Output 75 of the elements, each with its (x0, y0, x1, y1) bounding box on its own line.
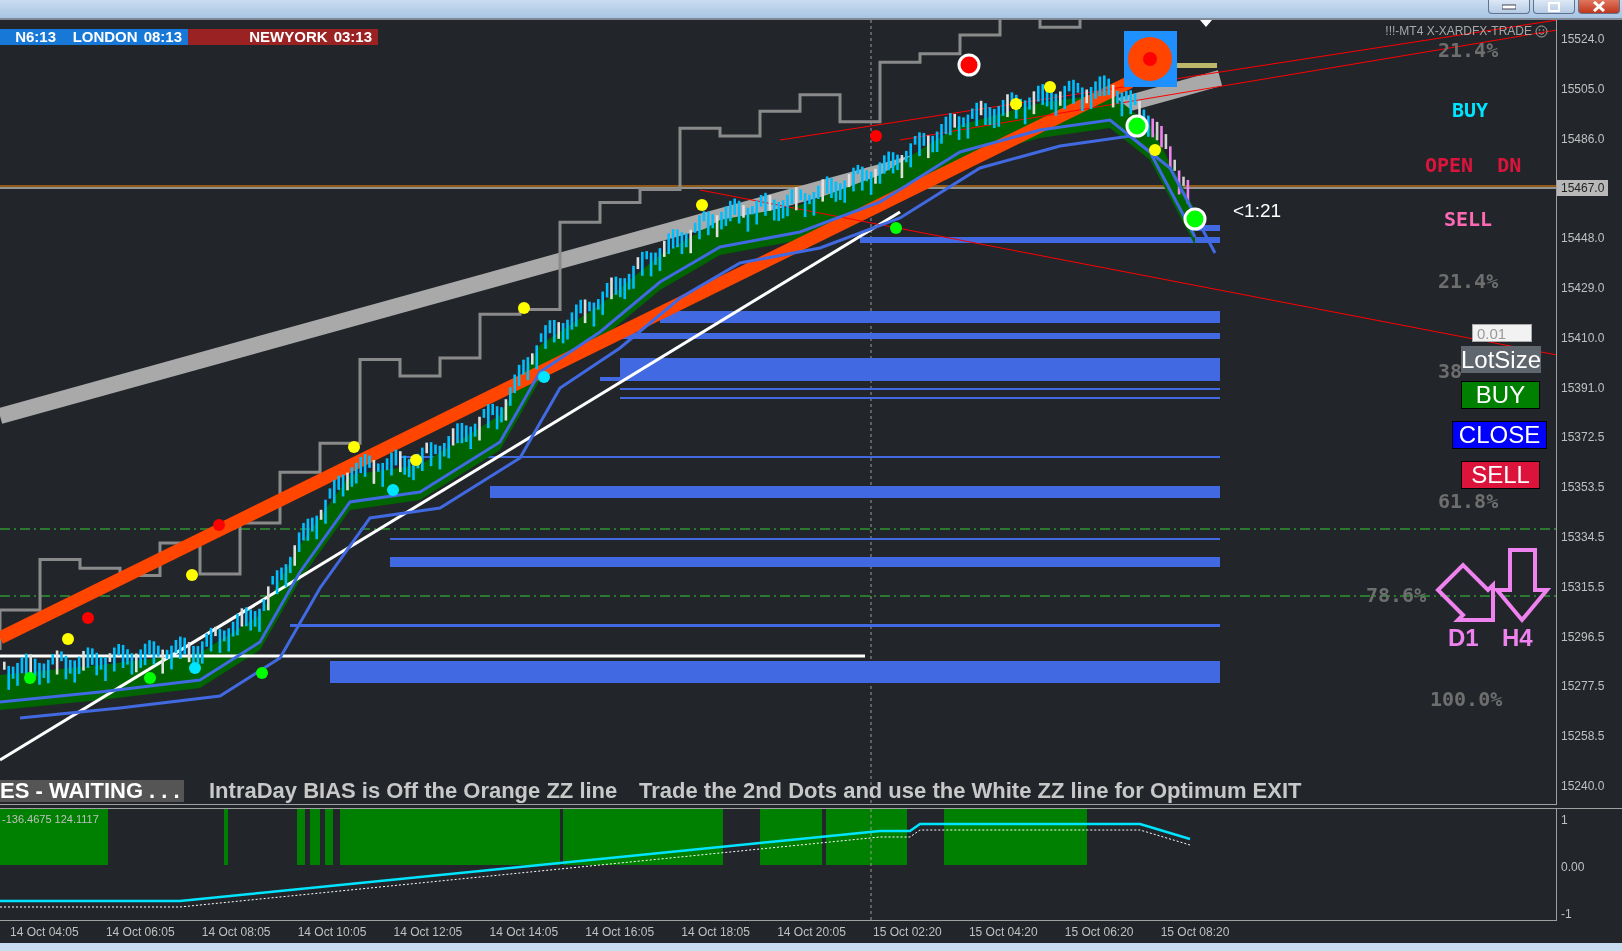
price-label: 15524.0 (1560, 31, 1606, 47)
indicator-values: -136.4675 124.1117 (2, 813, 99, 825)
histogram-bar (297, 809, 305, 865)
minimize-button[interactable] (1488, 0, 1530, 14)
ringed-dot (1183, 207, 1207, 231)
price-label: 15258.5 (1560, 728, 1606, 745)
timeframe-label: D1 (1448, 626, 1479, 650)
time-label: 14 Oct 16:05 (585, 925, 656, 939)
close-icon (1592, 1, 1606, 12)
time-label: 14 Oct 08:05 (201, 925, 272, 939)
target-marker (1124, 31, 1177, 87)
price-label: 15372.5 (1560, 429, 1606, 446)
histogram-bar (325, 809, 333, 865)
histogram-bar (760, 809, 822, 865)
price-label: 15505.0 (1560, 80, 1606, 97)
ringed-dot (1125, 114, 1149, 138)
smiley-icon (1535, 24, 1548, 38)
time-label: 15 Oct 06:20 (1064, 925, 1135, 939)
time-label: 14 Oct 20:05 (777, 925, 847, 939)
signal-label: BUY (1452, 100, 1489, 120)
maximize-button[interactable] (1533, 0, 1575, 14)
price-label: 15296.5 (1560, 628, 1606, 645)
price-label: 15410.0 (1560, 329, 1606, 346)
hint-message: IntraDay BIAS is Off the Orange ZZ line (209, 780, 618, 802)
price-label: 15353.5 (1560, 479, 1606, 496)
status-message: ES - WAITING . . . (0, 780, 184, 802)
signal-label: OPEN DN (1425, 155, 1522, 175)
time-label: 15 Oct 02:20 (873, 925, 943, 939)
fibonacci-level: 100.0% (1430, 689, 1503, 709)
session-name: N6:13 (15, 29, 56, 45)
time-label: 14 Oct 10:05 (297, 925, 368, 939)
time-label: 15 Oct 04:20 (968, 925, 1039, 939)
indicator-scale-label: -1 (1561, 907, 1573, 921)
price-label: 15486.0 (1560, 130, 1606, 147)
hint-message: Trade the 2nd Dots and use the White ZZ line for Optimum EXIT (639, 780, 1302, 802)
fibonacci-level: 61.8% (1438, 491, 1499, 511)
fibonacci-level: 38 (1438, 361, 1463, 381)
price-label: 15240.0 (1560, 777, 1606, 794)
fibonacci-level: 21.4% (1438, 40, 1499, 60)
time-label: 14 Oct 12:05 (393, 925, 464, 939)
signal-label: SELL (1444, 209, 1493, 229)
ringed-dot (957, 53, 981, 77)
sell-button[interactable]: SELL (1461, 461, 1540, 489)
time-label: 14 Oct 14:05 (489, 925, 560, 939)
price-label: 15429.0 (1560, 280, 1606, 296)
indicator-scale-label: 0.00 (1561, 860, 1586, 874)
price-label: 15334.5 (1560, 528, 1606, 545)
price-label: 15277.5 (1560, 678, 1606, 695)
fibonacci-level: 21.4% (1438, 271, 1499, 291)
lot-size-field[interactable]: 0.01 (1472, 324, 1532, 342)
histogram-bar (310, 809, 320, 865)
price-label: 15467.0 (1557, 180, 1609, 197)
time-label: 15 Oct 08:20 (1160, 925, 1231, 939)
price-label: 15315.5 (1560, 578, 1606, 595)
session-name: NEWYORK (249, 29, 328, 45)
maximize-icon (1548, 1, 1560, 12)
timeframe-label: H4 (1502, 626, 1533, 650)
price-label: 15391.0 (1560, 379, 1606, 396)
price-label: 15448.0 (1560, 230, 1606, 247)
ratio-label: <1:21 (1233, 201, 1282, 220)
close-button[interactable]: CLOSE (1452, 421, 1547, 449)
level-bar (1177, 63, 1217, 68)
close-button[interactable] (1578, 0, 1620, 14)
time-label: 14 Oct 06:05 (105, 925, 176, 939)
time-label: 14 Oct 18:05 (681, 925, 751, 939)
buy-button[interactable]: BUY (1461, 381, 1540, 409)
lot-size-label: LotSize (1461, 346, 1541, 373)
time-label: 14 Oct 04:05 (10, 925, 80, 939)
session-time: 08:13 (143, 29, 182, 45)
histogram-bar (224, 809, 228, 865)
indicator-scale-label: 1 (1561, 813, 1569, 827)
session-name: LONDON (72, 29, 138, 45)
minimize-icon (1502, 3, 1516, 10)
fibonacci-level: 78.6% (1366, 585, 1427, 605)
session-time: 03:13 (333, 29, 372, 45)
